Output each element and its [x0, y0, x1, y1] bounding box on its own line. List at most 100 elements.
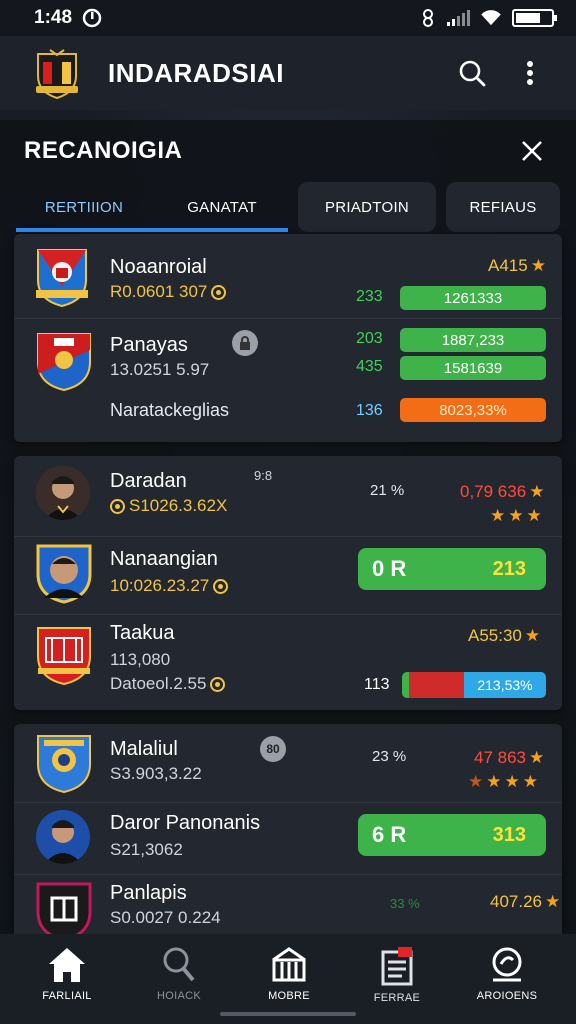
player-name: Daror Panonanis — [110, 812, 261, 834]
player-portrait-icon — [36, 466, 90, 520]
star-icon: ★ — [530, 256, 546, 275]
stat-number: 233 — [356, 288, 383, 305]
star-icon: ★ — [529, 482, 545, 501]
split-bar: 213,53% — [402, 672, 546, 698]
team-stats: R0.0601 307 — [110, 282, 227, 302]
list-item[interactable]: Panayas 13.0251 5.97 203 1887,233 435 15… — [14, 318, 562, 398]
coin-icon — [211, 284, 227, 300]
tab-4[interactable]: REFIAUS — [446, 182, 560, 232]
star-icon: ★ — [490, 506, 506, 525]
rating-value: 407.26 — [490, 892, 542, 911]
percent-value: 21 % — [370, 482, 405, 499]
star-icon: ★ — [508, 506, 524, 525]
stat-number: 136 — [356, 402, 383, 419]
battery-icon — [512, 9, 557, 27]
split-bar-green — [402, 672, 409, 698]
split-bar-blue: 213,53% — [464, 672, 546, 698]
nav-item-profile[interactable]: AROIOENS — [452, 946, 562, 1002]
status-bar: 1:48 — [0, 0, 576, 36]
coin-icon — [210, 676, 226, 692]
star-icon: ★ — [529, 748, 545, 767]
magnifier-icon — [163, 947, 195, 982]
team-crest-icon — [36, 249, 88, 308]
tab-2[interactable]: GANATAT — [160, 182, 284, 232]
list-item[interactable]: Malaliul 80 S3.903,3.22 23 % 47 863 ★ ★ … — [14, 724, 562, 800]
player-card[interactable]: Malaliul 80 S3.903,3.22 23 % 47 863 ★ ★ … — [14, 724, 562, 934]
more-options-button[interactable] — [510, 53, 550, 93]
list-item[interactable]: Noaanroial R0.0601 307 A415 ★ 233 126133… — [14, 234, 562, 316]
tab-3[interactable]: PRIADTOIN — [298, 182, 436, 232]
close-button[interactable] — [512, 131, 552, 171]
player-stats: S3.903,3.22 — [110, 764, 202, 783]
nav-item-home[interactable]: FARLIAIL — [12, 946, 122, 1002]
team-comparison-card[interactable]: Noaanroial R0.0601 307 A415 ★ 233 126133… — [14, 234, 562, 442]
star-icon: ★ — [468, 772, 484, 791]
player-name: Nanaangian — [110, 548, 218, 570]
rating-value: A55:30 — [468, 626, 522, 645]
nav-label: FARLIAIL — [42, 990, 92, 1002]
player-portrait-icon — [36, 810, 90, 864]
stadium-icon — [272, 947, 306, 982]
list-item[interactable]: Naratackeglias 136 8023,33% — [14, 398, 562, 442]
player-name: Daradan — [110, 470, 187, 492]
recommendation-sheet: RECANOIGIA RERTIIION GANATAT PRIADTOIN R… — [0, 120, 576, 934]
player-tag: 9:8 — [254, 468, 273, 483]
player-rating: A55:30 ★ — [468, 626, 540, 646]
coin-icon — [110, 498, 125, 514]
bottom-navigation: FARLIAIL HOIACK MOBRE FERRAE AROIOENS — [0, 934, 576, 1024]
player-name: Taakua — [110, 622, 175, 644]
pill-right: 313 — [492, 823, 526, 846]
player-stats: Datoeol.2.55 — [110, 674, 226, 694]
info-badge[interactable] — [232, 330, 258, 356]
player-name: Malaliul — [110, 738, 178, 760]
player-crest-icon — [36, 544, 92, 604]
player-stats-text: 10:026.23.27 — [110, 576, 210, 595]
club-logo-icon — [36, 49, 78, 100]
notification-icon — [82, 8, 102, 28]
price-pill[interactable]: 6 R 313 — [358, 814, 546, 856]
stat-number: 113 — [364, 676, 390, 693]
clock-text: 1:48 — [34, 7, 73, 28]
tab-1[interactable]: RERTIIION — [16, 182, 152, 232]
list-item[interactable]: Daror Panonanis S21,3062 6 R 313 — [14, 802, 562, 874]
list-item[interactable]: Panlapis S0.0027 0.224 33 % 407.26 ★ — [14, 874, 562, 934]
coin-icon — [213, 578, 229, 594]
percent-value: 23 % — [372, 748, 407, 765]
app-title: INDARADSIAI — [108, 57, 284, 88]
percent-value: 33 % — [390, 896, 420, 911]
footer-label: Naratackeglias — [110, 400, 230, 420]
status-time: 1:48 — [34, 7, 102, 29]
player-card[interactable]: Daradan 9:8 S1026.3.62X 21 % 0,79 636 ★ … — [14, 456, 562, 710]
list-item[interactable]: Nanaangian 10:026.23.27 0 R 213 — [14, 536, 562, 614]
nav-item-stadium[interactable]: MOBRE — [234, 946, 344, 1002]
split-bar-red — [409, 672, 464, 698]
team-crest-icon — [36, 882, 92, 934]
nav-item-search[interactable]: HOIACK — [124, 946, 234, 1002]
star-icon: ★ — [486, 772, 502, 791]
player-stats: 10:026.23.27 — [110, 576, 229, 596]
list-item[interactable]: Daradan 9:8 S1026.3.62X 21 % 0,79 636 ★ … — [14, 456, 562, 534]
search-button[interactable] — [452, 53, 492, 93]
app-bar: INDARADSIAI — [0, 36, 576, 110]
stat-number: 203 — [356, 330, 383, 347]
player-stats-text: S1026.3.62X — [129, 496, 228, 515]
signal-icon — [447, 10, 470, 26]
player-stats: S0.0027 0.224 — [110, 908, 221, 927]
sheet-title: RECANOIGIA — [24, 137, 183, 164]
team-crest-icon — [37, 333, 91, 392]
team-crest-icon — [37, 627, 91, 686]
nav-label: HOIACK — [157, 990, 201, 1002]
clipboard-icon — [381, 947, 413, 986]
team-stats: 13.0251 5.97 — [110, 360, 210, 379]
nav-label: AROIOENS — [476, 990, 538, 1002]
whistle-icon — [492, 947, 522, 982]
pill-left: 0 R — [372, 556, 407, 581]
player-line2: 113,080 — [110, 650, 171, 669]
status-icons — [419, 8, 557, 28]
nav-item-news[interactable]: FERRAE — [342, 946, 452, 1004]
active-tab-indicator — [16, 228, 288, 232]
player-rating: 407.26 ★ — [490, 892, 560, 912]
price-pill[interactable]: 0 R 213 — [358, 548, 546, 590]
player-stats: S1026.3.62X — [110, 496, 227, 516]
list-item[interactable]: Taakua 113,080 Datoeol.2.55 A55:30 ★ 113… — [14, 614, 562, 710]
